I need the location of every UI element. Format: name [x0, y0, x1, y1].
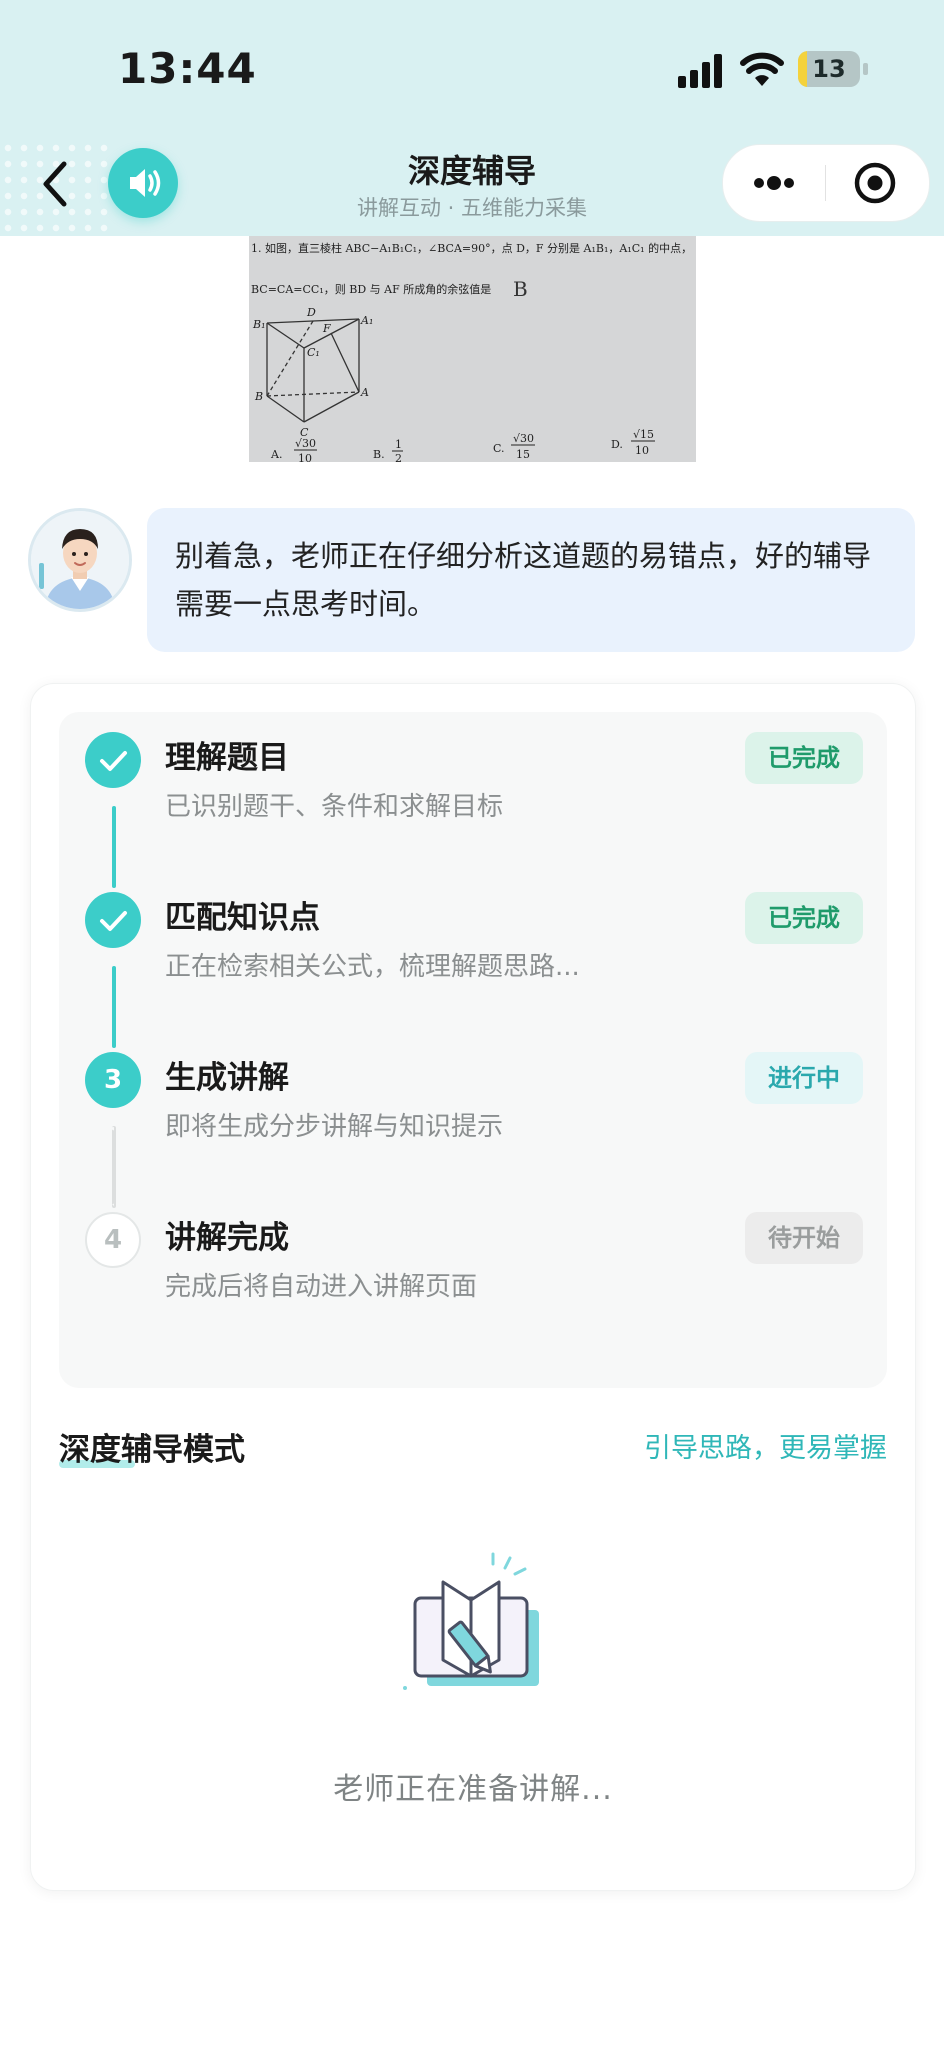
battery-icon: 13 — [798, 51, 870, 87]
teacher-message-bubble: 别着急，老师正在仔细分析这道题的易错点，好的辅导需要一点思考时间。 — [147, 508, 915, 652]
mode-title: 深度辅导模式 — [59, 1432, 245, 1468]
wifi-icon — [740, 52, 784, 86]
option-b-numerator: 1 — [395, 438, 402, 451]
answer-mark: B — [513, 277, 528, 301]
more-button[interactable] — [723, 145, 825, 221]
status-badge: 待开始 — [745, 1212, 863, 1264]
status-badge: 已完成 — [745, 732, 863, 784]
question-text-line-2: BC=CA=CC₁，则 BD 与 AF 所成角的余弦值是 — [251, 282, 491, 296]
check-icon — [85, 732, 141, 788]
step-description: 已识别题干、条件和求解目标 — [165, 792, 504, 822]
step-number: 4 — [85, 1212, 141, 1268]
step-number: 3 — [85, 1052, 141, 1108]
question-photo-content: 1. 如图，直三棱柱 ABC−A₁B₁C₁，∠BCA=90°，点 D，F 分别是… — [249, 236, 696, 462]
step-title: 匹配知识点 — [165, 900, 320, 936]
vertex-label-a1: A₁ — [360, 314, 373, 327]
question-photo[interactable]: 1. 如图，直三棱柱 ABC−A₁B₁C₁，∠BCA=90°，点 D，F 分别是… — [249, 236, 696, 462]
book-pencil-icon — [403, 1552, 539, 1690]
step-description: 正在检索相关公式，梳理解题思路... — [165, 952, 580, 982]
option-c-numerator: √30 — [513, 432, 534, 445]
step-item: 理解题目 已识别题干、条件和求解目标 已完成 — [59, 712, 887, 852]
tutoring-progress-card: 理解题目 已识别题干、条件和求解目标 已完成 匹配知识点 正在检索相关公式，梳理… — [30, 683, 916, 1891]
option-c-denominator: 15 — [516, 448, 530, 461]
option-d-numerator: √15 — [633, 428, 654, 441]
question-text-line-1: 1. 如图，直三棱柱 ABC−A₁B₁C₁，∠BCA=90°，点 D，F 分别是… — [251, 241, 692, 255]
step-item: 匹配知识点 正在检索相关公式，梳理解题思路... 已完成 — [59, 872, 887, 1012]
vertex-label-b1: B₁ — [252, 318, 266, 331]
mode-hint: 引导思路，更易掌握 — [644, 1433, 887, 1464]
step-title: 理解题目 — [165, 740, 289, 776]
step-description: 完成后将自动进入讲解页面 — [165, 1272, 478, 1302]
option-b-denominator: 2 — [395, 452, 402, 462]
option-c-label: C. — [493, 442, 505, 455]
option-a-denominator: 10 — [298, 452, 312, 462]
vertex-label-c1: C₁ — [307, 346, 320, 359]
step-item: 3 生成讲解 即将生成分步讲解与知识提示 进行中 — [59, 1032, 887, 1172]
preparing-status-text: 老师正在准备讲解... — [333, 1772, 613, 1807]
vertex-label-b: B — [254, 390, 263, 403]
status-badge: 进行中 — [745, 1052, 863, 1104]
cellular-signal-icon — [678, 54, 722, 88]
status-badge: 已完成 — [745, 892, 863, 944]
step-description: 即将生成分步讲解与知识提示 — [165, 1112, 504, 1142]
option-a-numerator: √30 — [295, 437, 316, 450]
option-b-label: B. — [373, 448, 385, 461]
teacher-avatar-image — [31, 511, 129, 609]
option-d-denominator: 10 — [635, 444, 649, 457]
option-d-label: D. — [611, 438, 623, 451]
teacher-avatar — [28, 508, 132, 612]
status-bar: 13:44 13 — [0, 0, 944, 140]
close-mini-program-button[interactable] — [827, 145, 929, 221]
vertex-label-d: D — [306, 306, 316, 319]
steps-panel: 理解题目 已识别题干、条件和求解目标 已完成 匹配知识点 正在检索相关公式，梳理… — [59, 712, 887, 1388]
mini-program-capsule — [722, 144, 930, 222]
step-title: 生成讲解 — [165, 1060, 289, 1096]
step-title: 讲解完成 — [165, 1220, 289, 1256]
vertex-label-f: F — [322, 322, 331, 335]
check-icon — [85, 892, 141, 948]
option-a-label: A. — [270, 448, 282, 461]
battery-level: 13 — [812, 55, 846, 83]
status-time: 13:44 — [118, 44, 257, 93]
step-item: 4 讲解完成 完成后将自动进入讲解页面 待开始 — [59, 1192, 887, 1332]
vertex-label-a: A — [360, 386, 369, 399]
